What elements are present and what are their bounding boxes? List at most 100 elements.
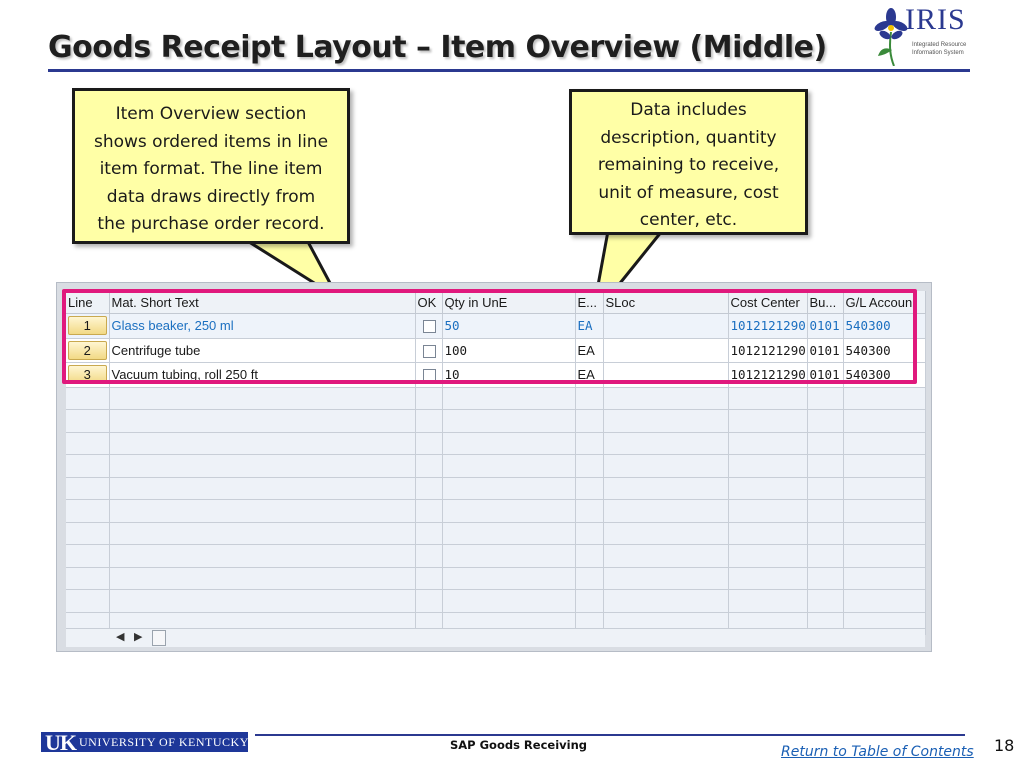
empty-cell [807, 387, 844, 410]
footer-rule [255, 734, 965, 736]
callout-line: the purchase order record. [97, 214, 325, 234]
qty-input[interactable]: 100 [442, 338, 576, 363]
empty-cell [415, 589, 443, 613]
bu-cell[interactable]: 0101 [807, 362, 844, 388]
empty-table-row [66, 387, 926, 410]
scroll-left-icon[interactable]: ◀ [116, 630, 124, 643]
empty-cell [603, 432, 729, 455]
empty-cell [843, 477, 926, 500]
empty-cell [575, 544, 604, 568]
column-header-mat-short-text[interactable]: Mat. Short Text [109, 291, 416, 314]
empty-cell [415, 432, 443, 455]
scroll-right-icon[interactable]: ▶ [134, 630, 142, 643]
empty-cell [109, 454, 416, 478]
column-header-gl-account[interactable]: G/L Accoun [843, 291, 926, 314]
empty-rows [66, 387, 926, 635]
unit-cell[interactable]: EA [575, 362, 604, 388]
callout-item-overview: Item Overview section shows ordered item… [72, 88, 350, 244]
line-button-3[interactable]: 3 [68, 365, 107, 385]
empty-cell [109, 432, 416, 455]
empty-cell [442, 522, 576, 545]
table-row[interactable]: 2 Centrifuge tube 100 EA 1012121290 0101… [66, 338, 926, 363]
empty-cell [415, 454, 443, 478]
bu-cell[interactable]: 0101 [807, 338, 844, 363]
sloc-cell[interactable] [603, 313, 729, 339]
empty-cell [109, 544, 416, 568]
sloc-cell[interactable] [603, 362, 729, 388]
empty-cell [66, 499, 110, 523]
ok-checkbox[interactable] [422, 344, 436, 358]
ok-cell [415, 338, 443, 363]
gl-account-cell[interactable]: 540300 [843, 362, 926, 388]
ok-checkbox[interactable] [422, 369, 436, 383]
callout-line: center, etc. [639, 210, 738, 230]
column-header-line[interactable]: Line [66, 291, 110, 314]
empty-cell [66, 432, 110, 455]
cost-center-cell[interactable]: 1012121290 [728, 313, 808, 339]
empty-cell [415, 544, 443, 568]
empty-cell [442, 432, 576, 455]
empty-cell [442, 387, 576, 410]
scroll-thumb[interactable] [152, 630, 166, 646]
cost-center-cell[interactable]: 1012121290 [728, 338, 808, 363]
column-header-bu[interactable]: Bu... [807, 291, 844, 314]
line-cell: 3 [66, 362, 110, 388]
empty-cell [843, 454, 926, 478]
mat-short-text-cell[interactable]: Vacuum tubing, roll 250 ft [109, 362, 416, 388]
empty-cell [728, 522, 808, 545]
empty-cell [843, 409, 926, 433]
uk-logo-mark: UK [45, 730, 77, 755]
mat-short-text-cell[interactable]: Centrifuge tube [109, 338, 416, 363]
empty-cell [728, 432, 808, 455]
column-header-ok[interactable]: OK [415, 291, 443, 314]
qty-input[interactable]: 50 [442, 313, 576, 339]
gl-account-cell[interactable]: 540300 [843, 313, 926, 339]
bu-cell[interactable]: 0101 [807, 313, 844, 339]
empty-cell [603, 387, 729, 410]
line-button-2[interactable]: 2 [68, 340, 107, 360]
empty-cell [109, 567, 416, 590]
empty-cell [109, 477, 416, 500]
uk-logo-text: UNIVERSITY OF KENTUCKY [79, 735, 249, 749]
cost-center-cell[interactable]: 1012121290 [728, 362, 808, 388]
column-header-unit[interactable]: E... [575, 291, 604, 314]
empty-cell [843, 432, 926, 455]
empty-cell [66, 409, 110, 433]
empty-cell [66, 589, 110, 613]
qty-input[interactable]: 10 [442, 362, 576, 388]
column-header-qty[interactable]: Qty in UnE [442, 291, 576, 314]
empty-cell [807, 477, 844, 500]
empty-cell [603, 544, 729, 568]
mat-short-text-cell[interactable]: Glass beaker, 250 ml [109, 313, 416, 339]
empty-cell [66, 387, 110, 410]
line-button-1[interactable]: 1 [68, 316, 107, 336]
empty-cell [575, 477, 604, 500]
empty-cell [843, 387, 926, 410]
empty-table-row [66, 477, 926, 500]
empty-cell [415, 522, 443, 545]
table-row[interactable]: 3 Vacuum tubing, roll 250 ft 10 EA 10121… [66, 362, 926, 388]
empty-cell [843, 544, 926, 568]
unit-cell[interactable]: EA [575, 338, 604, 363]
sloc-cell[interactable] [603, 338, 729, 363]
empty-cell [603, 477, 729, 500]
empty-table-row [66, 432, 926, 455]
unit-cell[interactable]: EA [575, 313, 604, 339]
empty-cell [66, 477, 110, 500]
empty-cell [807, 567, 844, 590]
empty-cell [728, 387, 808, 410]
column-header-cost-center[interactable]: Cost Center [728, 291, 808, 314]
gl-account-cell[interactable]: 540300 [843, 338, 926, 363]
callout-line: Item Overview section [115, 104, 307, 124]
empty-cell [442, 409, 576, 433]
ok-checkbox[interactable] [422, 320, 436, 334]
table-of-contents-link[interactable]: Return to Table of Contents [781, 744, 974, 760]
horizontal-scrollbar[interactable]: ◀ ▶ [66, 628, 925, 647]
empty-table-row [66, 499, 926, 523]
table-row[interactable]: 1 Glass beaker, 250 ml 50 EA 1012121290 … [66, 313, 926, 339]
column-header-sloc[interactable]: SLoc [603, 291, 729, 314]
callout-line: Data includes [630, 100, 747, 120]
empty-cell [807, 544, 844, 568]
empty-cell [843, 589, 926, 613]
empty-cell [575, 387, 604, 410]
